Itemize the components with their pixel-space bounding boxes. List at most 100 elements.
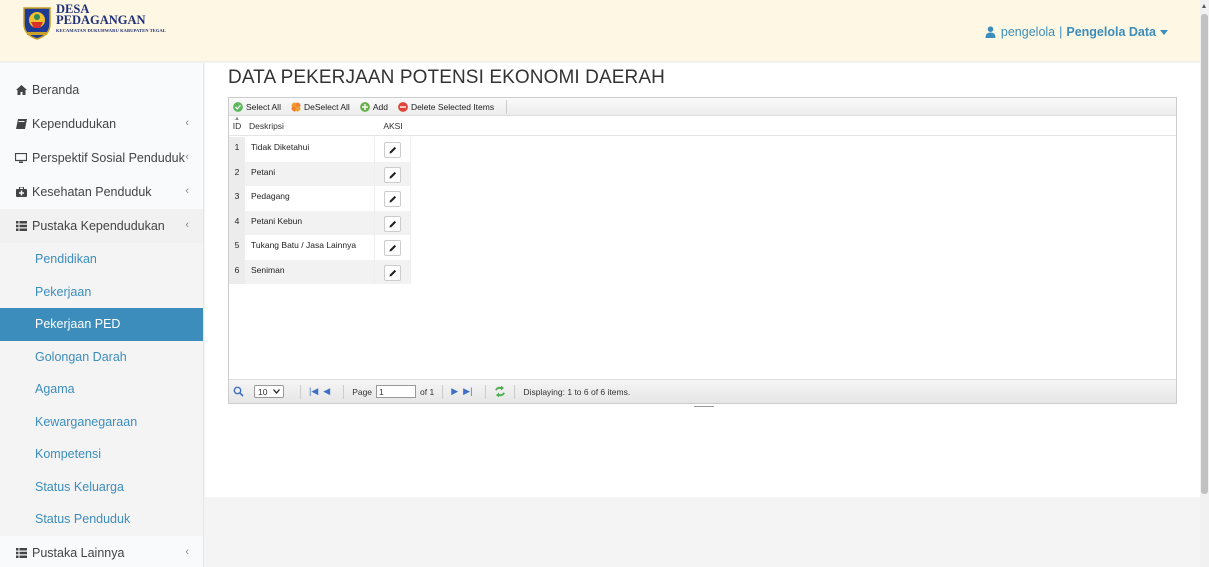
grid-resize-handle[interactable] bbox=[694, 406, 714, 407]
user-separator: | bbox=[1059, 25, 1063, 39]
sidebar-item-pustaka-lainnya[interactable]: Pustaka Lainnya ‹ bbox=[0, 536, 203, 567]
column-header-id[interactable]: ▲ ID bbox=[229, 116, 245, 131]
sort-up-icon: ▲ bbox=[234, 115, 240, 122]
sidebar: Beranda Kependudukan ‹ Perspektif Sosial… bbox=[0, 63, 204, 567]
select-all-button[interactable]: Select All bbox=[233, 101, 281, 112]
sidebar-item-kesehatan[interactable]: Kesehatan Penduduk ‹ bbox=[0, 175, 203, 209]
edit-button[interactable] bbox=[384, 142, 401, 158]
home-icon bbox=[14, 85, 28, 95]
search-icon[interactable] bbox=[233, 386, 244, 397]
sidebar-item-label: Perspektif Sosial Penduduk bbox=[32, 151, 185, 165]
deselect-all-label: DeSelect All bbox=[303, 101, 350, 112]
delete-selected-label: Delete Selected Items bbox=[410, 101, 495, 112]
table-row[interactable]: 1 Tidak Diketahui bbox=[229, 137, 411, 162]
next-page-icon[interactable]: ▶ bbox=[451, 386, 458, 397]
submenu-item-kewarganegaraan[interactable]: Kewarganegaraan bbox=[0, 406, 203, 439]
submenu-item-pendidikan[interactable]: Pendidikan bbox=[0, 243, 203, 276]
list-icon bbox=[14, 221, 28, 231]
refresh-icon[interactable] bbox=[494, 386, 506, 397]
sidebar-item-perspektif-sosial[interactable]: Perspektif Sosial Penduduk ‹ bbox=[0, 141, 203, 175]
prev-page-icon[interactable]: ◀ bbox=[323, 386, 330, 397]
per-page-value: 10 bbox=[258, 386, 268, 397]
table-row[interactable]: 4 Petani Kebun bbox=[229, 210, 411, 235]
column-header-aksi[interactable]: AKSI bbox=[375, 121, 411, 131]
last-page-icon[interactable]: ▶| bbox=[463, 386, 472, 397]
table-row[interactable]: 3 Pedagang bbox=[229, 186, 411, 211]
display-info: Displaying: 1 to 6 of 6 items. bbox=[523, 386, 631, 397]
cell-aksi bbox=[375, 235, 411, 260]
cell-aksi bbox=[375, 259, 411, 284]
table-row[interactable]: 5 Tukang Batu / Jasa Lainnya bbox=[229, 235, 411, 260]
table-row[interactable]: 2 Petani bbox=[229, 161, 411, 186]
chevron-left-icon: ‹ bbox=[185, 185, 189, 197]
sidebar-item-pustaka-kependudukan[interactable]: Pustaka Kependudukan ‹ bbox=[0, 209, 203, 243]
submenu-item-status-keluarga[interactable]: Status Keluarga bbox=[0, 471, 203, 504]
pencil-icon bbox=[389, 146, 396, 154]
cell-id: 4 bbox=[229, 210, 245, 235]
cell-deskripsi: Tidak Diketahui bbox=[245, 137, 375, 162]
submenu-item-kompetensi[interactable]: Kompetensi bbox=[0, 438, 203, 471]
add-icon bbox=[359, 101, 370, 112]
user-menu-dropdown[interactable]: pengelola | Pengelola Data bbox=[985, 25, 1168, 39]
submenu-item-pekerjaan-ped[interactable]: Pekerjaan PED bbox=[0, 308, 203, 341]
user-name: pengelola bbox=[1000, 25, 1056, 39]
brand-title-line2: PEDAGANGAN bbox=[56, 13, 146, 27]
pencil-icon bbox=[389, 244, 396, 252]
table-row[interactable]: 6 Seniman bbox=[229, 259, 411, 284]
first-page-icon[interactable]: |◀ bbox=[309, 386, 318, 397]
column-header-deskripsi[interactable]: Deskripsi bbox=[245, 121, 375, 131]
submenu-item-pekerjaan[interactable]: Pekerjaan bbox=[0, 276, 203, 309]
regency-emblem-logo bbox=[23, 7, 51, 40]
pager-divider bbox=[343, 384, 345, 399]
cell-deskripsi: Petani bbox=[245, 161, 375, 186]
add-button[interactable]: Add bbox=[359, 101, 388, 112]
submenu-item-status-penduduk[interactable]: Status Penduduk bbox=[0, 503, 203, 536]
list-icon bbox=[14, 547, 28, 558]
select-all-label: Select All bbox=[246, 101, 281, 112]
medkit-icon bbox=[14, 187, 28, 197]
cell-id: 1 bbox=[229, 137, 245, 162]
sidebar-item-label: Kesehatan Penduduk bbox=[32, 185, 152, 199]
user-role: Pengelola Data bbox=[1066, 25, 1156, 39]
sidebar-item-kependudukan[interactable]: Kependudukan ‹ bbox=[0, 107, 203, 141]
pencil-icon bbox=[389, 195, 396, 203]
pager-divider bbox=[514, 384, 516, 399]
pencil-icon bbox=[389, 220, 396, 227]
book-icon bbox=[14, 119, 28, 129]
scroll-up-arrow-icon[interactable] bbox=[1202, 4, 1206, 8]
brand-text: DESA PEDAGANGAN KECAMATAN DUKUHWARU KABU… bbox=[56, 3, 166, 33]
main-content: DATA PEKERJAAN POTENSI EKONOMI DAERAH Se… bbox=[205, 63, 1200, 497]
edit-button[interactable] bbox=[384, 264, 401, 281]
delete-selected-button[interactable]: Delete Selected Items bbox=[397, 101, 495, 112]
brand-subtitle: KECAMATAN DUKUHWARU KABUPATEN TEGAL bbox=[56, 28, 166, 33]
submenu-item-agama[interactable]: Agama bbox=[0, 373, 203, 406]
caret-down-icon bbox=[1160, 29, 1168, 35]
add-label: Add bbox=[372, 101, 388, 112]
page-scrollbar[interactable] bbox=[1200, 0, 1209, 567]
brand-logo-link[interactable]: DESA PEDAGANGAN KECAMATAN DUKUHWARU KABU… bbox=[22, 3, 166, 40]
cell-deskripsi: Tukang Batu / Jasa Lainnya bbox=[245, 235, 375, 260]
submenu-item-golongan-darah[interactable]: Golongan Darah bbox=[0, 341, 203, 374]
column-header-id-label: ID bbox=[232, 120, 242, 131]
pencil-icon bbox=[389, 171, 396, 178]
edit-button[interactable] bbox=[384, 215, 401, 232]
toolbar-divider bbox=[506, 99, 508, 114]
top-header: DESA PEDAGANGAN KECAMATAN DUKUHWARU KABU… bbox=[0, 0, 1200, 62]
chevron-left-icon: ‹ bbox=[185, 117, 189, 129]
page-of-label: of 1 bbox=[420, 386, 435, 397]
edit-button[interactable] bbox=[384, 191, 401, 207]
per-page-select[interactable]: 10 bbox=[254, 385, 284, 398]
table-header: ▲ ID Deskripsi AKSI bbox=[229, 116, 1176, 136]
sidebar-item-beranda[interactable]: Beranda bbox=[0, 73, 203, 107]
sidebar-item-label: Beranda bbox=[32, 83, 80, 97]
desktop-icon bbox=[14, 153, 28, 163]
edit-button[interactable] bbox=[384, 240, 401, 256]
chevron-left-icon: ‹ bbox=[185, 219, 189, 231]
sidebar-item-label: Kependudukan bbox=[32, 117, 117, 131]
page-number-input[interactable]: 1 bbox=[376, 385, 417, 398]
chevron-down-icon bbox=[273, 389, 280, 394]
deselect-all-button[interactable]: DeSelect All bbox=[291, 102, 350, 112]
chevron-left-icon: ‹ bbox=[185, 545, 189, 558]
edit-button[interactable] bbox=[384, 166, 401, 183]
scroll-thumb[interactable] bbox=[1201, 14, 1208, 494]
